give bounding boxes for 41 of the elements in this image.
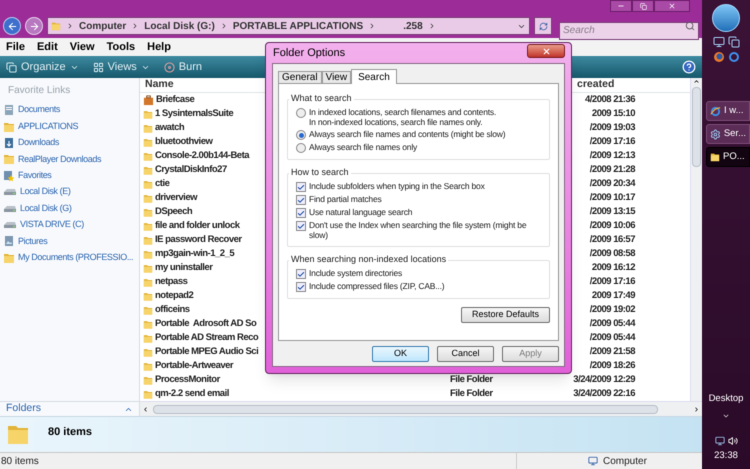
date-created: /2009 13:15 [590, 206, 635, 217]
date-created: 4/2008 21:36 [585, 94, 635, 105]
date-created: /2009 21:28 [590, 164, 635, 175]
option-label: Always search file names and contents (might be slow) [309, 129, 506, 139]
date-created: /2009 05:44 [590, 332, 635, 343]
option-label: Don't use the Index when searching the file system (might be slow) [309, 220, 528, 240]
group-title: What to search [289, 93, 354, 104]
date-created: /2009 17:16 [590, 136, 635, 147]
option-label: Always search file names only [309, 142, 418, 152]
dialog-title: Folder Options [272, 46, 346, 61]
option-label: Use natural language search [309, 207, 412, 217]
date-created: 2009 17:49 [592, 290, 635, 301]
file-type: File Folder [450, 374, 493, 385]
date-created: 3/24/2009 12:29 [573, 374, 635, 385]
item-count: 80 items [48, 425, 92, 440]
date-created: /2009 21:58 [590, 346, 635, 357]
date-created: /2009 05:44 [590, 318, 635, 329]
status-text: 80 items [0, 454, 40, 468]
date-created: /2009 20:34 [590, 178, 635, 189]
date-created: 3/24/2009 22:16 [573, 388, 635, 399]
option-label: Include subfolders when typing in the Search box [309, 181, 485, 191]
group-title: When searching non-indexed locations [289, 254, 448, 265]
date-created: /2009 12:13 [590, 150, 635, 161]
date-created: /2009 08:58 [590, 248, 635, 259]
date-created: /2009 19:03 [590, 122, 635, 133]
date-created: /2009 10:06 [590, 220, 635, 231]
option-label: Include system directories [309, 268, 402, 278]
status-location: Computer [603, 454, 647, 468]
option-label: Include compressed files (ZIP, CAB...) [309, 281, 444, 291]
date-created: 2009 15:10 [592, 108, 635, 119]
date-created: /2009 18:26 [590, 360, 635, 371]
option-label: In indexed locations, search filenames and contents. In non-indexed locations, search file names only. [309, 107, 496, 127]
date-created: /2009 10:17 [590, 192, 635, 203]
option-label: Find partial matches [309, 194, 382, 204]
sidebar-title: Favorite Links [7, 84, 72, 98]
file-type: File Folder [450, 388, 493, 399]
date-created: /2009 17:16 [590, 276, 635, 287]
date-created: /2009 19:02 [590, 304, 635, 315]
date-created: 2009 16:12 [592, 262, 635, 273]
group-title: How to search [289, 167, 351, 178]
date-created: /2009 16:57 [590, 234, 635, 245]
